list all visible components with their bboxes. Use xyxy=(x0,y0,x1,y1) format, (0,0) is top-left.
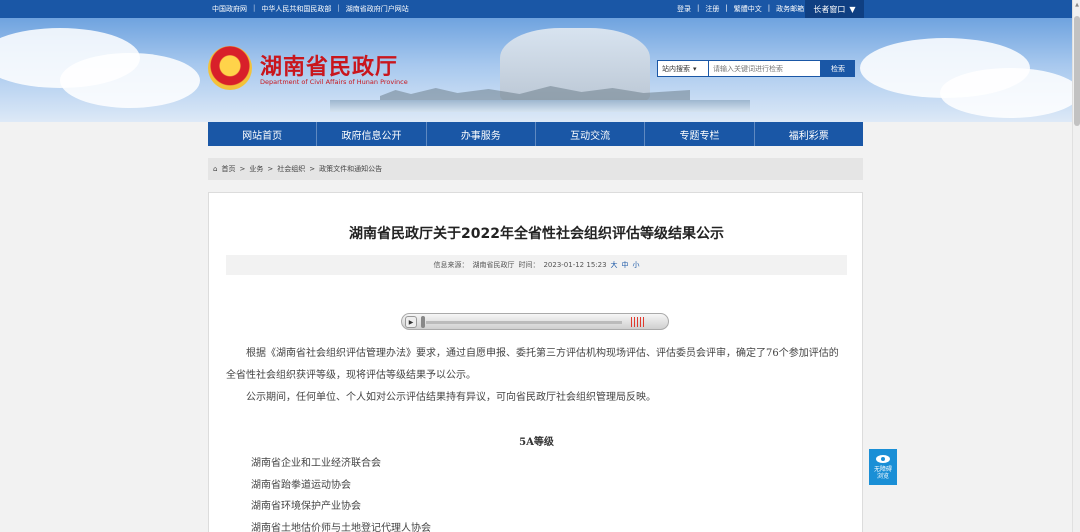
search-button[interactable]: 检索 xyxy=(821,60,855,77)
national-emblem-icon xyxy=(208,46,252,90)
link-hunan-gov[interactable]: 湖南省政府门户网站 xyxy=(346,4,409,14)
link-mca[interactable]: 中华人民共和国民政部 xyxy=(261,4,331,14)
traditional-chinese-link[interactable]: 繁體中文 xyxy=(734,4,762,14)
accessibility-label-2: 浏览 xyxy=(876,472,889,480)
list-item: 湖南省环境保护产业协会 xyxy=(251,501,361,512)
breadcrumb-separator: > xyxy=(267,165,274,173)
progress-track[interactable] xyxy=(426,321,622,324)
top-links: 中国政府网 | 中华人民共和国民政部 | 湖南省政府门户网站 xyxy=(212,4,409,14)
grade-heading: 5A等级 xyxy=(519,437,554,448)
nav-item-gov-info[interactable]: 政府信息公开 xyxy=(317,122,427,146)
time-label: 时间： xyxy=(518,261,540,269)
search-bar: 站内搜索 ▾ 检索 xyxy=(657,60,855,77)
search-scope-label: 站内搜索 xyxy=(662,64,690,73)
breadcrumb-policy[interactable]: 政策文件和通知公告 xyxy=(319,164,382,174)
nav-item-services[interactable]: 办事服务 xyxy=(427,122,536,146)
accessibility-label-1: 无障碍 xyxy=(873,465,892,473)
volume-icon[interactable] xyxy=(631,317,645,327)
elder-mode-label: 长者窗口 xyxy=(813,4,846,14)
audio-player: ▶ xyxy=(401,313,669,330)
nav-item-lottery[interactable]: 福利彩票 xyxy=(755,122,863,146)
register-link[interactable]: 注册 xyxy=(705,4,719,14)
font-size-small[interactable]: 小 xyxy=(633,260,640,270)
main-nav: 网站首页 政府信息公开 办事服务 互动交流 专题专栏 福利彩票 xyxy=(208,122,863,146)
top-bar: 中国政府网 | 中华人民共和国民政部 | 湖南省政府门户网站 登录 | 注册 |… xyxy=(0,0,1080,18)
organization-list: 湖南省企业和工业经济联合会 湖南省跆拳道运动协会 湖南省环境保护产业协会 湖南省… xyxy=(251,453,431,532)
article-body: 根据《湖南省社会组织评估管理办法》要求，通过自愿申报、委托第三方评估机构现场评估… xyxy=(226,343,847,409)
separator: | xyxy=(253,4,256,12)
river-image xyxy=(330,100,750,112)
site-title[interactable]: 湖南省民政厅 xyxy=(260,49,398,81)
scroll-up-icon[interactable]: ▲ xyxy=(1073,2,1080,10)
paragraph: 根据《湖南省社会组织评估管理办法》要求，通过自愿申报、委托第三方评估机构现场评估… xyxy=(226,348,839,381)
triangle-down-icon: ▼ xyxy=(849,4,856,14)
list-item: 湖南省企业和工业经济联合会 xyxy=(251,458,381,469)
breadcrumb: ⌂ 首页 > 业务 > 社会组织 > 政策文件和通知公告 xyxy=(208,158,863,180)
search-input[interactable] xyxy=(709,60,821,77)
home-icon: ⌂ xyxy=(213,165,218,173)
accessibility-button[interactable]: 无障碍 浏览 xyxy=(869,449,897,485)
cloud-decoration xyxy=(940,68,1072,118)
separator: | xyxy=(725,4,728,12)
search-scope-select[interactable]: 站内搜索 ▾ xyxy=(657,60,709,77)
article-title: 湖南省民政厅关于2022年全省性社会组织评估等级结果公示 xyxy=(349,226,724,242)
chevron-down-icon: ▾ xyxy=(693,64,697,73)
play-icon[interactable]: ▶ xyxy=(405,316,417,328)
elder-mode-button[interactable]: 长者窗口 ▼ xyxy=(805,0,864,18)
source-label: 信息来源： xyxy=(433,261,469,269)
cloud-decoration xyxy=(60,53,200,108)
header-banner: 湖南省民政厅 Department of Civil Affairs of Hu… xyxy=(0,18,1072,122)
breadcrumb-separator: > xyxy=(239,165,246,173)
separator: | xyxy=(767,4,771,12)
login-link[interactable]: 登录 xyxy=(677,4,691,14)
list-item: 湖南省土地估价师与土地登记代理人协会 xyxy=(251,522,431,532)
time-value: 2023-01-12 15:23 xyxy=(543,261,607,269)
font-size-medium[interactable]: 中 xyxy=(622,260,629,270)
paragraph: 公示期间，任何单位、个人如对公示评估结果持有异议，可向省民政厅社会组织管理局反映… xyxy=(246,392,656,403)
source-value: 湖南省民政厅 xyxy=(472,261,515,269)
scrollbar[interactable]: ▲ xyxy=(1072,0,1080,532)
eye-icon xyxy=(876,454,890,463)
progress-handle[interactable] xyxy=(421,316,425,328)
account-links: 登录 | 注册 | 繁體中文 | 政务邮箱 xyxy=(677,4,804,14)
breadcrumb-business[interactable]: 业务 xyxy=(249,164,263,174)
breadcrumb-separator: > xyxy=(309,165,316,173)
nav-item-topics[interactable]: 专题专栏 xyxy=(645,122,755,146)
link-gov-cn[interactable]: 中国政府网 xyxy=(212,4,247,14)
scrollbar-thumb[interactable] xyxy=(1074,16,1080,126)
list-item: 湖南省跆拳道运动协会 xyxy=(251,479,351,491)
breadcrumb-social-orgs[interactable]: 社会组织 xyxy=(277,164,305,174)
breadcrumb-home[interactable]: 首页 xyxy=(221,164,235,174)
font-size-large[interactable]: 大 xyxy=(611,260,618,270)
separator: | xyxy=(697,4,700,12)
article-meta: 信息来源： 湖南省民政厅 时间： 2023-01-12 15:23 大 中 小 xyxy=(226,255,847,275)
site-subtitle: Department of Civil Affairs of Hunan Pro… xyxy=(260,78,408,86)
nav-item-interaction[interactable]: 互动交流 xyxy=(536,122,646,146)
article-panel: 湖南省民政厅关于2022年全省性社会组织评估等级结果公示 信息来源： 湖南省民政… xyxy=(208,192,863,532)
separator: | xyxy=(337,4,340,12)
nav-item-home[interactable]: 网站首页 xyxy=(208,122,318,146)
gov-mail-link[interactable]: 政务邮箱 xyxy=(776,4,804,14)
